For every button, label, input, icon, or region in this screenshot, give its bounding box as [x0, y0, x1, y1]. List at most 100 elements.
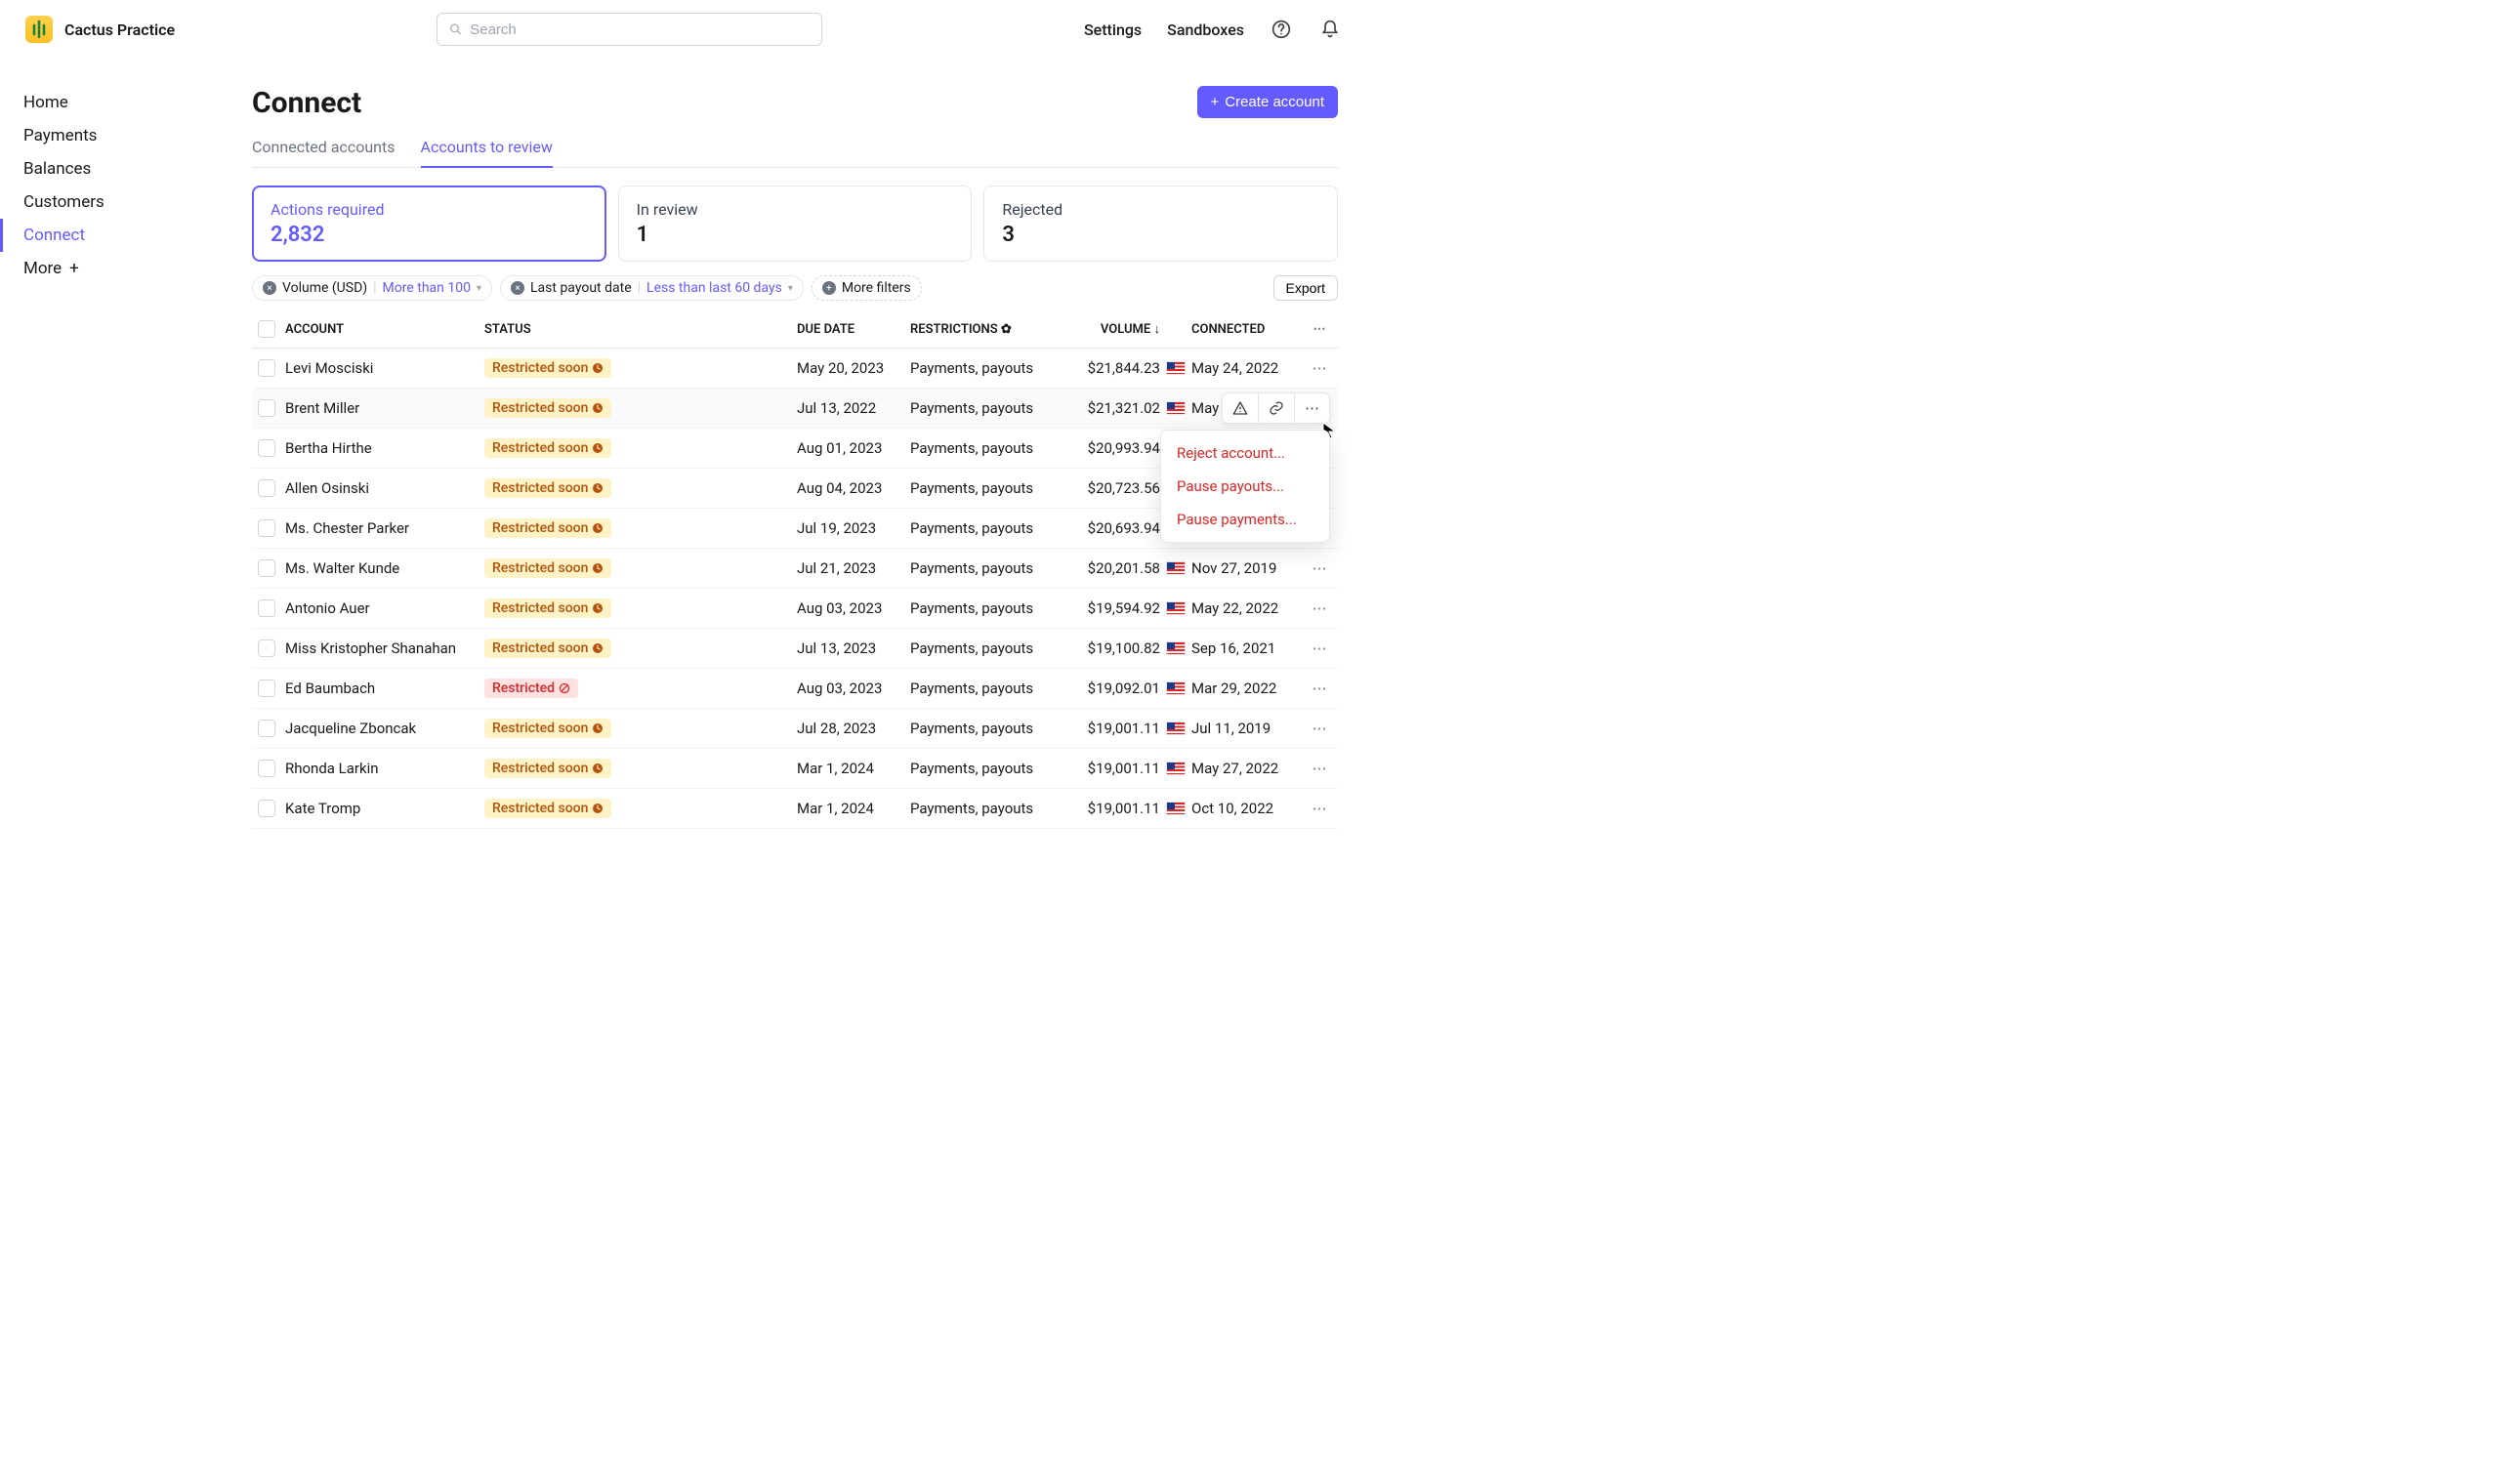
volume: $19,001.11 — [1061, 800, 1160, 817]
remove-icon[interactable]: × — [263, 281, 276, 295]
row-checkbox[interactable] — [258, 439, 275, 457]
row-checkbox[interactable] — [258, 680, 275, 697]
row-menu-button[interactable]: ⋯ — [1305, 800, 1334, 817]
tab-accounts-to-review[interactable]: Accounts to review — [421, 128, 553, 168]
due-date: Aug 03, 2023 — [797, 599, 910, 617]
restrictions: Payments, payouts — [910, 760, 1061, 777]
due-date: Jul 13, 2023 — [797, 639, 910, 657]
volume: $20,693.94 — [1061, 519, 1160, 537]
row-checkbox[interactable] — [258, 760, 275, 777]
sidebar-item-home[interactable]: Home — [0, 86, 238, 119]
card-label: In review — [637, 200, 954, 219]
sidebar-item-payments[interactable]: Payments — [0, 119, 238, 152]
account-name: Bertha Hirthe — [285, 439, 484, 457]
row-menu-button[interactable]: ⋯ — [1305, 680, 1334, 697]
table-row[interactable]: Ms. Walter Kunde Restricted soon Jul 21,… — [252, 549, 1338, 589]
sidebar-item-more[interactable]: More+ — [0, 252, 238, 285]
card-rejected[interactable]: Rejected 3 — [983, 186, 1338, 262]
restrictions: Payments, payouts — [910, 359, 1061, 377]
brand-name: Cactus Practice — [64, 21, 175, 39]
row-menu-button[interactable]: ⋯ — [1305, 359, 1334, 377]
us-flag-icon — [1166, 561, 1186, 575]
search-icon — [449, 22, 462, 36]
col-connected[interactable]: CONNECTED — [1191, 322, 1305, 337]
row-checkbox[interactable] — [258, 639, 275, 657]
col-status[interactable]: STATUS — [484, 322, 797, 337]
pause-payments-item[interactable]: Pause payments... — [1161, 503, 1329, 536]
col-account[interactable]: ACCOUNT — [285, 322, 484, 337]
reject-account-item[interactable]: Reject account... — [1161, 436, 1329, 470]
table-row[interactable]: Jacqueline Zboncak Restricted soon Jul 2… — [252, 709, 1338, 749]
status-badge: Restricted — [484, 679, 578, 698]
row-actions-dropdown: Reject account... Pause payouts... Pause… — [1160, 430, 1330, 543]
card-label: Actions required — [271, 200, 588, 219]
create-account-button[interactable]: + Create account — [1197, 86, 1339, 118]
status-badge: Restricted soon — [484, 398, 611, 418]
row-checkbox[interactable] — [258, 800, 275, 817]
row-checkbox[interactable] — [258, 559, 275, 577]
sidebar-item-balances[interactable]: Balances — [0, 152, 238, 186]
row-menu-button[interactable]: ⋯ — [1295, 393, 1329, 423]
card-actions-required[interactable]: Actions required 2,832 — [252, 186, 606, 262]
search-input[interactable] — [437, 13, 822, 46]
nav-sandboxes[interactable]: Sandboxes — [1167, 21, 1244, 39]
table-row[interactable]: Ed Baumbach Restricted Aug 03, 2023 Paym… — [252, 669, 1338, 709]
status-badge: Restricted soon — [484, 518, 611, 538]
table-row[interactable]: Brent Miller Restricted soon Jul 13, 202… — [252, 389, 1338, 429]
row-menu-button[interactable]: ⋯ — [1305, 559, 1334, 577]
table-row[interactable]: Miss Kristopher Shanahan Restricted soon… — [252, 629, 1338, 669]
col-restrictions[interactable]: RESTRICTIONS ✿ — [910, 322, 1061, 337]
row-checkbox[interactable] — [258, 359, 275, 377]
row-checkbox[interactable] — [258, 479, 275, 497]
due-date: Jul 13, 2022 — [797, 399, 910, 417]
sidebar-item-customers[interactable]: Customers — [0, 186, 238, 219]
plus-icon: + — [822, 281, 836, 295]
tab-connected-accounts[interactable]: Connected accounts — [252, 128, 396, 167]
row-checkbox[interactable] — [258, 519, 275, 537]
export-button[interactable]: Export — [1273, 275, 1338, 301]
accounts-table: ACCOUNT STATUS DUE DATE RESTRICTIONS ✿ V… — [252, 310, 1338, 829]
filter-volume[interactable]: × Volume (USD) | More than 100 ▾ — [252, 275, 492, 301]
brand-logo — [25, 16, 53, 43]
col-volume[interactable]: VOLUME ↓ — [1061, 321, 1160, 337]
sidebar-item-connect[interactable]: Connect — [0, 219, 238, 252]
card-value: 1 — [637, 223, 954, 247]
row-checkbox[interactable] — [258, 720, 275, 737]
clock-icon — [592, 402, 604, 414]
table-row[interactable]: Levi Mosciski Restricted soon May 20, 20… — [252, 349, 1338, 389]
nav-settings[interactable]: Settings — [1084, 21, 1142, 39]
volume: $21,844.23 — [1061, 359, 1160, 377]
more-icon[interactable]: ⋯ — [1305, 322, 1334, 337]
copy-link-button[interactable] — [1259, 393, 1295, 423]
remove-icon[interactable]: × — [511, 281, 524, 295]
select-all-checkbox[interactable] — [258, 320, 275, 338]
more-filters[interactable]: + More filters — [812, 275, 922, 301]
status-badge: Restricted soon — [484, 639, 611, 658]
us-flag-icon — [1166, 681, 1186, 695]
us-flag-icon — [1166, 641, 1186, 655]
table-row[interactable]: Kate Tromp Restricted soon Mar 1, 2024 P… — [252, 789, 1338, 829]
sort-desc-icon: ↓ — [1154, 322, 1161, 337]
pause-payouts-item[interactable]: Pause payouts... — [1161, 470, 1329, 503]
connected-date: Mar 29, 2022 — [1191, 680, 1305, 697]
bell-icon[interactable] — [1318, 18, 1342, 41]
row-menu-button[interactable]: ⋯ — [1305, 599, 1334, 617]
row-menu-button[interactable]: ⋯ — [1305, 760, 1334, 777]
status-badge: Restricted soon — [484, 759, 611, 778]
clock-icon — [592, 642, 604, 654]
restrictions: Payments, payouts — [910, 479, 1061, 497]
card-in-review[interactable]: In review 1 — [618, 186, 973, 262]
row-checkbox[interactable] — [258, 399, 275, 417]
row-checkbox[interactable] — [258, 599, 275, 617]
gear-icon: ✿ — [1001, 322, 1012, 337]
filter-payout-date[interactable]: × Last payout date | Less than last 60 d… — [500, 275, 804, 301]
table-row[interactable]: Antonio Auer Restricted soon Aug 03, 202… — [252, 589, 1338, 629]
link-icon — [1269, 400, 1284, 416]
help-icon[interactable] — [1270, 18, 1293, 41]
alert-button[interactable] — [1223, 393, 1259, 423]
status-badge: Restricted soon — [484, 358, 611, 378]
table-row[interactable]: Rhonda Larkin Restricted soon Mar 1, 202… — [252, 749, 1338, 789]
row-menu-button[interactable]: ⋯ — [1305, 720, 1334, 737]
col-due[interactable]: DUE DATE — [797, 322, 910, 337]
row-menu-button[interactable]: ⋯ — [1305, 639, 1334, 657]
